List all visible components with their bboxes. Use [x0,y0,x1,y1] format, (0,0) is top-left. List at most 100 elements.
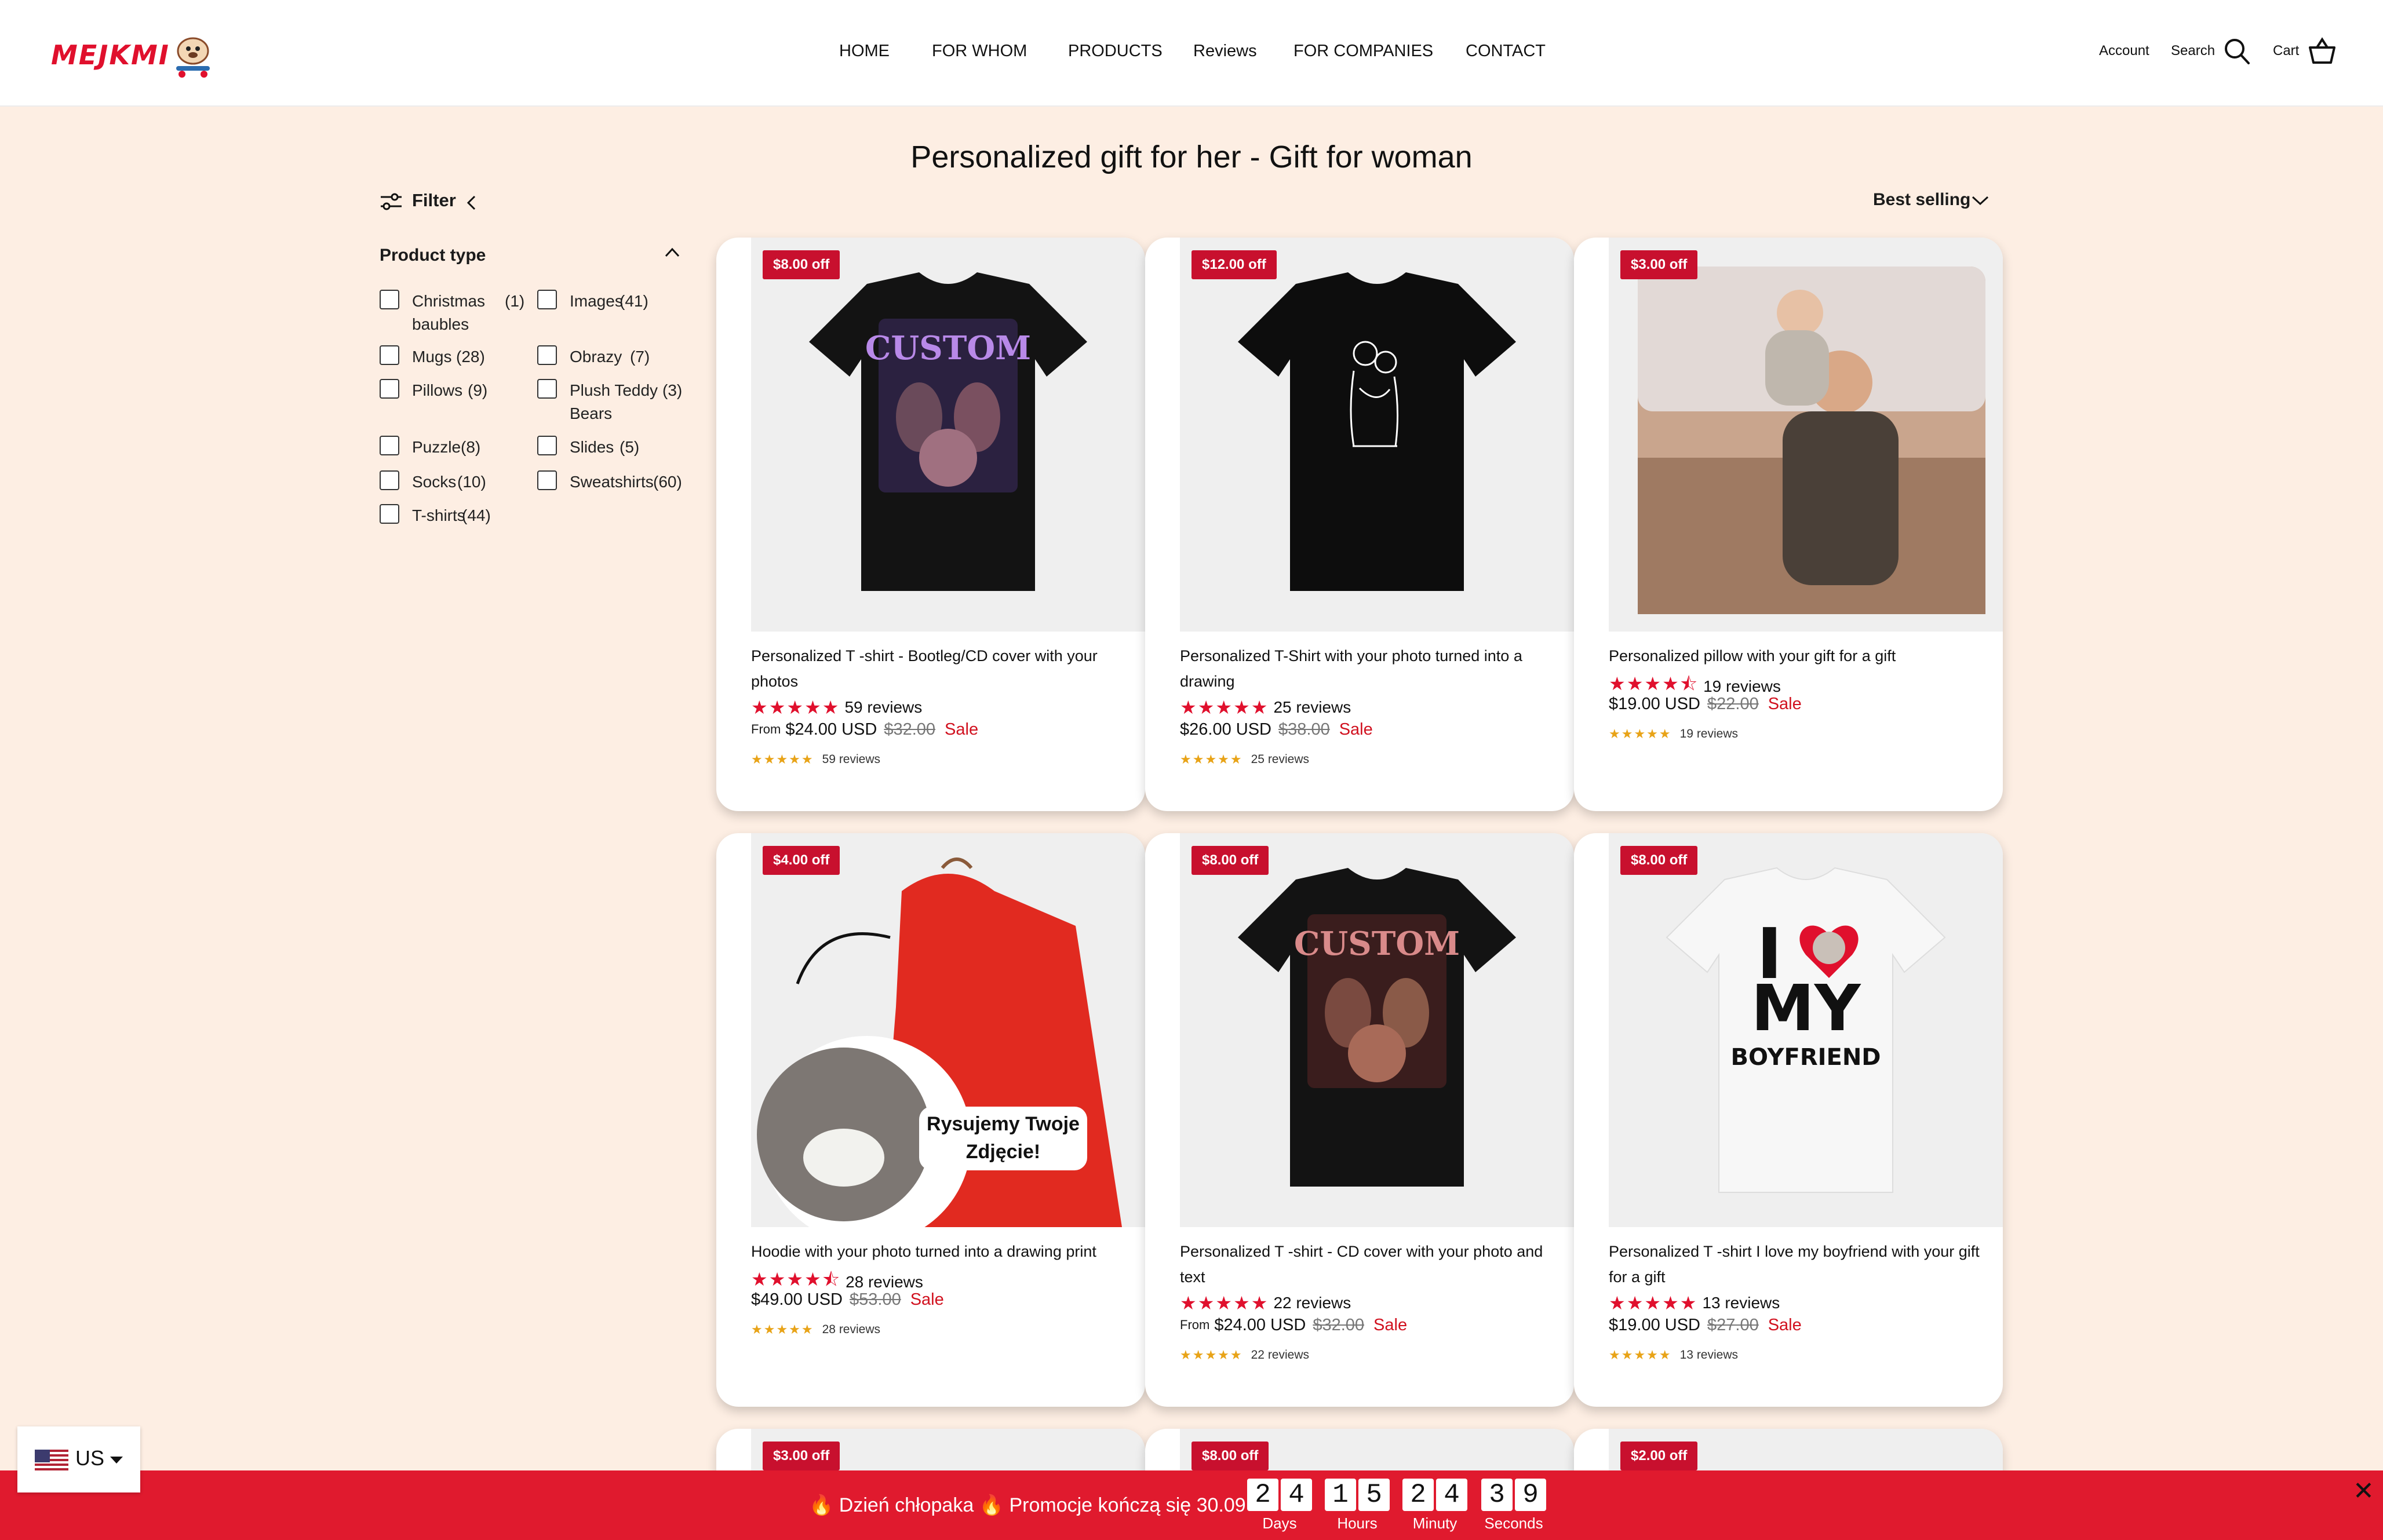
checkbox[interactable] [380,345,399,365]
price-row: $49.00 USD $53.00 Sale [751,1290,944,1309]
cart-link[interactable]: Cart [2273,43,2299,59]
price: $26.00 USD [1180,720,1271,739]
star-rating-icon: ★★★★★ [1609,1293,1698,1313]
checkbox[interactable] [537,345,557,365]
compare-price: $32.00 [1313,1315,1365,1334]
checkbox[interactable] [380,436,399,455]
search-link[interactable]: Search [2171,43,2215,59]
product-image-black-tshirt-cd-cover[interactable]: CUSTOM [1180,833,1574,1227]
discount-badge: $8.00 off [763,250,840,279]
close-icon[interactable]: ✕ [2353,1476,2374,1506]
mini-rating-row: ★★★★★ 13 reviews [1609,1348,1739,1362]
chevron-left-icon[interactable] [465,195,477,211]
caret-down-icon [110,1457,123,1464]
checkbox[interactable] [380,290,399,309]
product-title[interactable]: Personalized T -shirt I love my boyfrien… [1609,1239,1980,1290]
discount-badge: $3.00 off [1620,250,1698,279]
nav-reviews[interactable]: Reviews [1193,42,1257,61]
checkbox[interactable] [380,504,399,524]
countdown-minutes: 2 4 Minuty [1400,1479,1470,1540]
rating-row: ★★★★⯪ 28 reviews [751,1267,923,1291]
sort-select[interactable]: Best selling [1873,188,1995,213]
checkbox[interactable] [537,436,557,455]
product-card[interactable]: I MY BOYFRIEND $8.00 off Personalized T … [1574,833,2003,1407]
price-row: $19.00 USD $27.00 Sale [1609,1315,1802,1335]
checkbox[interactable] [537,290,557,309]
discount-badge: $2.00 off [1620,1442,1698,1470]
rating-row: ★★★★★ 22 reviews [1180,1292,1351,1315]
star-rating-icon: ★★★★★ [751,697,840,718]
discount-badge: $8.00 off [1192,846,1269,875]
compare-price: $32.00 [884,720,936,739]
rating-row: ★★★★★ 25 reviews [1180,696,1351,720]
product-image-red-hoodie[interactable]: Rysujemy Twoje Zdjęcie! [751,833,1145,1227]
review-count: 22 reviews [1273,1294,1351,1312]
checkbox[interactable] [380,470,399,490]
compare-price: $22.00 [1707,694,1759,713]
nav-home[interactable]: HOME [839,42,890,61]
nav-contact[interactable]: CONTACT [1466,42,1546,61]
svg-text:CUSTOM: CUSTOM [1294,925,1460,963]
product-image-photo-pillow[interactable] [1609,238,2003,632]
nav-for-whom[interactable]: FOR WHOM [932,42,1027,61]
review-count: 25 reviews [1273,698,1351,716]
product-title[interactable]: Personalized pillow with your gift for a… [1609,643,1980,669]
svg-text:CUSTOM: CUSTOM [865,329,1031,367]
mini-star-icon: ★★★★★ [1180,752,1243,767]
nav-for-companies[interactable]: FOR COMPANIES [1293,42,1433,61]
product-title[interactable]: Personalized T-Shirt with your photo tur… [1180,643,1551,694]
checkbox[interactable] [380,379,399,399]
compare-price: $53.00 [850,1290,901,1309]
mini-star-icon: ★★★★★ [1180,1348,1243,1362]
cart-basket-icon[interactable] [2307,36,2338,67]
product-card[interactable]: CUSTOM $8.00 off Personalized T -shirt -… [1145,833,1574,1407]
country-label: US [75,1446,105,1470]
discount-badge: $4.00 off [763,846,840,875]
product-card[interactable]: CUSTOM $8.00 off Personalized T -shirt -… [716,238,1145,811]
product-card[interactable]: $3.00 off Personalized pillow with your … [1574,238,2003,811]
print-text-my: MY [1751,971,1861,1045]
compare-price: $38.00 [1278,720,1330,739]
product-title[interactable]: Personalized T -shirt - CD cover with yo… [1180,1239,1551,1290]
sale-label: Sale [945,720,979,739]
sale-label: Sale [1768,1315,1802,1334]
product-image-black-tshirt-drawing[interactable] [1180,238,1574,632]
mini-star-icon: ★★★★★ [751,1322,814,1337]
tshirt-illustration: I MY BOYFRIEND [1666,867,1946,1193]
mini-star-icon: ★★★★★ [751,752,814,767]
tshirt-illustration [1238,272,1516,591]
compare-price: $27.00 [1707,1315,1759,1334]
country-selector[interactable]: US [17,1426,140,1492]
review-count: 28 reviews [846,1273,923,1291]
price: $49.00 USD [751,1290,843,1309]
chevron-down-icon [1972,196,1989,206]
product-image-white-tshirt-boyfriend[interactable]: I MY BOYFRIEND [1609,833,2003,1227]
sort-label: Best selling [1873,190,1971,209]
product-title[interactable]: Personalized T -shirt - Bootleg/CD cover… [751,643,1122,694]
checkbox[interactable] [537,379,557,399]
countdown-days: 2 4 Days [1245,1479,1314,1540]
countdown-hours: 1 5 Hours [1322,1479,1392,1540]
checkbox[interactable] [537,470,557,490]
account-link[interactable]: Account [2099,43,2149,59]
review-count: 19 reviews [1703,677,1781,695]
product-image-black-tshirt-custom[interactable]: CUSTOM [751,238,1145,632]
print-text-boyfriend: BOYFRIEND [1730,1044,1881,1071]
price: $24.00 USD [1214,1315,1306,1334]
review-count: 13 reviews [1702,1294,1780,1312]
product-type-title: Product type [380,246,486,265]
product-card[interactable]: Rysujemy Twoje Zdjęcie! $4.00 off Hoodie… [716,833,1145,1407]
overlay-caption: Rysujemy Twoje Zdjęcie! [919,1107,1087,1170]
price-from-label: From [751,722,781,737]
price: $24.00 USD [785,720,877,739]
product-title[interactable]: Hoodie with your photo turned into a dra… [751,1239,1122,1264]
mini-rating-row: ★★★★★ 59 reviews [751,752,881,767]
us-flag-icon [35,1450,68,1473]
nav-products[interactable]: PRODUCTS [1068,42,1163,61]
sliders-icon [381,193,402,210]
chevron-up-icon[interactable] [664,243,681,261]
search-icon[interactable] [2223,36,2252,67]
rating-row: ★★★★★ 13 reviews [1609,1292,1780,1315]
product-card[interactable]: $12.00 off Personalized T-Shirt with you… [1145,238,1574,811]
price: $19.00 USD [1609,1315,1700,1334]
